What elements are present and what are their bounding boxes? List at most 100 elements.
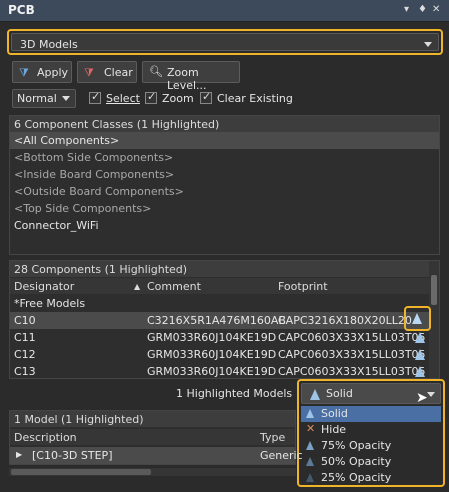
table-row[interactable]: *Free Models <box>10 295 429 312</box>
model-icon-button[interactable] <box>404 306 431 331</box>
zoom-checkbox[interactable] <box>145 90 157 104</box>
mode-option-hide[interactable]: ✕ Hide <box>301 422 441 438</box>
chevron-down-icon <box>424 42 432 47</box>
cell-designator: C13 <box>14 365 36 378</box>
list-item[interactable]: <Bottom Side Components> <box>10 149 439 166</box>
mouse-cursor-icon: ➤ <box>416 390 428 406</box>
mode-option-label: Solid <box>321 407 348 420</box>
list-item-label: <All Components> <box>14 134 120 147</box>
component-classes-list[interactable]: 6 Component Classes (1 Highlighted) <All… <box>9 115 440 255</box>
list-item-label: Connector_WiFi <box>14 219 99 232</box>
column-type[interactable]: Type <box>260 431 285 444</box>
model-cone-icon <box>415 349 425 360</box>
component-classes-title: 6 Component Classes (1 Highlighted) <box>14 118 220 131</box>
cell-designator: *Free Models <box>14 297 86 310</box>
sort-icon: ▲ <box>134 282 141 291</box>
model-display-mode-dropdown[interactable]: Solid ➤ Solid ✕ Hide 75% Opacity 50% Opa… <box>297 379 445 487</box>
column-comment[interactable]: Comment <box>147 280 201 293</box>
panel-titlebar: PCB ▾ ♦ ✕ <box>0 0 449 22</box>
column-footprint[interactable]: Footprint <box>278 280 328 293</box>
mode-option-label: 25% Opacity <box>321 471 392 484</box>
select-checkbox[interactable] <box>89 90 101 104</box>
model-cone-icon <box>415 332 425 343</box>
table-row[interactable]: C10 C3216X5R1A476M160AB CAPC3216X180X20L… <box>10 312 429 329</box>
components-table[interactable]: 28 Components (1 Highlighted) Designator… <box>9 260 440 379</box>
components-header: 28 Components (1 Highlighted) <box>10 261 439 277</box>
apply-button[interactable]: ⧩ Apply <box>12 61 72 83</box>
cell-designator: C10 <box>14 314 36 327</box>
list-item-label: <Top Side Components> <box>14 202 152 215</box>
models-column-headers: Description Type <box>10 429 295 445</box>
models-table[interactable]: 1 Model (1 Highlighted) Description Type… <box>9 410 303 465</box>
mode-option-solid[interactable]: Solid <box>301 406 441 422</box>
highlight-mode-value: Normal <box>17 92 57 105</box>
scrollbar-thumb[interactable] <box>431 275 437 305</box>
clear-button[interactable]: ⧩ Clear <box>77 61 137 83</box>
clear-existing-label[interactable]: Clear Existing <box>217 92 293 105</box>
cell-type: Generic <box>260 449 303 462</box>
model-cone-icon <box>412 313 422 324</box>
cell-comment: GRM033R60J104KE19D <box>147 365 277 378</box>
cell-comment: GRM033R60J104KE19D <box>147 348 277 361</box>
mode-option-label: Hide <box>321 423 347 436</box>
table-row[interactable]: ▶ [C10-3D STEP] Generic <box>10 447 303 464</box>
opacity-25-icon <box>306 473 314 482</box>
clear-existing-checkbox[interactable] <box>200 90 212 104</box>
list-item-label: <Inside Board Components> <box>14 168 175 181</box>
list-item[interactable]: <Top Side Components> <box>10 200 439 217</box>
mode-option-25-opacity[interactable]: 25% Opacity <box>301 470 441 486</box>
components-column-headers: Designator ▲ Comment Footprint <box>10 278 429 294</box>
mode-option-50-opacity[interactable]: 50% Opacity <box>301 454 441 470</box>
hide-icon: ✕ <box>306 422 316 435</box>
models-title: 1 Model (1 Highlighted) <box>14 413 144 426</box>
zoom-label[interactable]: Zoom <box>162 92 194 105</box>
close-icon[interactable]: ✕ <box>432 4 440 15</box>
mode-option-75-opacity[interactable]: 75% Opacity <box>301 438 441 454</box>
scrollbar-thumb[interactable] <box>11 469 151 475</box>
expand-icon[interactable]: ▶ <box>16 450 22 459</box>
magnifier-icon: 🔍︎ <box>149 65 163 78</box>
list-item[interactable]: Connector_WiFi <box>10 217 439 234</box>
object-type-value: 3D Models <box>20 38 78 51</box>
cell-designator: C11 <box>14 331 36 344</box>
highlight-mode-select[interactable]: Normal <box>12 89 76 108</box>
opacity-75-icon <box>306 441 314 450</box>
mode-option-label: 75% Opacity <box>321 439 392 452</box>
solid-mode-icon <box>310 389 320 400</box>
list-item[interactable]: <All Components> <box>10 132 439 149</box>
column-description[interactable]: Description <box>14 431 77 444</box>
model-display-mode-select[interactable]: Solid ➤ <box>301 383 441 406</box>
apply-label: Apply <box>37 66 69 79</box>
cell-footprint: CAPC3216X180X20LL20 <box>278 314 412 327</box>
model-cone-icon <box>415 366 425 377</box>
list-item[interactable]: <Outside Board Components> <box>10 183 439 200</box>
zoom-level-button[interactable]: 🔍︎ Zoom Level... <box>142 61 240 92</box>
table-row[interactable]: C11 GRM033R60J104KE19D CAPC0603X33X15LL0… <box>10 329 429 346</box>
cell-comment: GRM033R60J104KE19D <box>147 331 277 344</box>
filter-icon: ⧩ <box>19 66 29 79</box>
clear-filter-icon: ⧩ <box>84 66 94 79</box>
table-row[interactable]: C12 GRM033R60J104KE19D CAPC0603X33X15LL0… <box>10 346 429 363</box>
cell-description: [C10-3D STEP] <box>32 449 113 462</box>
list-item-label: <Outside Board Components> <box>14 185 184 198</box>
select-label[interactable]: Select <box>106 92 140 105</box>
zoom-level-label: Zoom Level... <box>167 66 207 92</box>
column-designator[interactable]: Designator <box>14 280 74 293</box>
solid-icon <box>306 409 314 418</box>
cell-footprint: CAPC0603X33X15LL03T05 <box>278 365 426 378</box>
clear-label: Clear <box>104 66 133 79</box>
list-item[interactable]: <Inside Board Components> <box>10 166 439 183</box>
pin-icon[interactable]: ♦ <box>418 4 427 15</box>
object-type-select-box[interactable]: 3D Models <box>11 33 439 51</box>
highlighted-models-label: 1 Highlighted Models <box>176 387 293 400</box>
horizontal-scrollbar[interactable] <box>9 468 296 476</box>
models-header: 1 Model (1 Highlighted) <box>10 411 295 427</box>
chevron-down-icon <box>62 96 70 101</box>
cell-footprint: CAPC0603X33X15LL03T05 <box>278 348 426 361</box>
table-row[interactable]: C13 GRM033R60J104KE19D CAPC0603X33X15LL0… <box>10 363 429 380</box>
list-item-label: <Bottom Side Components> <box>14 151 174 164</box>
object-type-select[interactable]: 3D Models <box>7 29 443 55</box>
panel-menu-icon[interactable]: ▾ <box>404 4 409 15</box>
component-classes-header: 6 Component Classes (1 Highlighted) <box>10 116 439 132</box>
model-display-mode-value: Solid <box>326 387 353 400</box>
